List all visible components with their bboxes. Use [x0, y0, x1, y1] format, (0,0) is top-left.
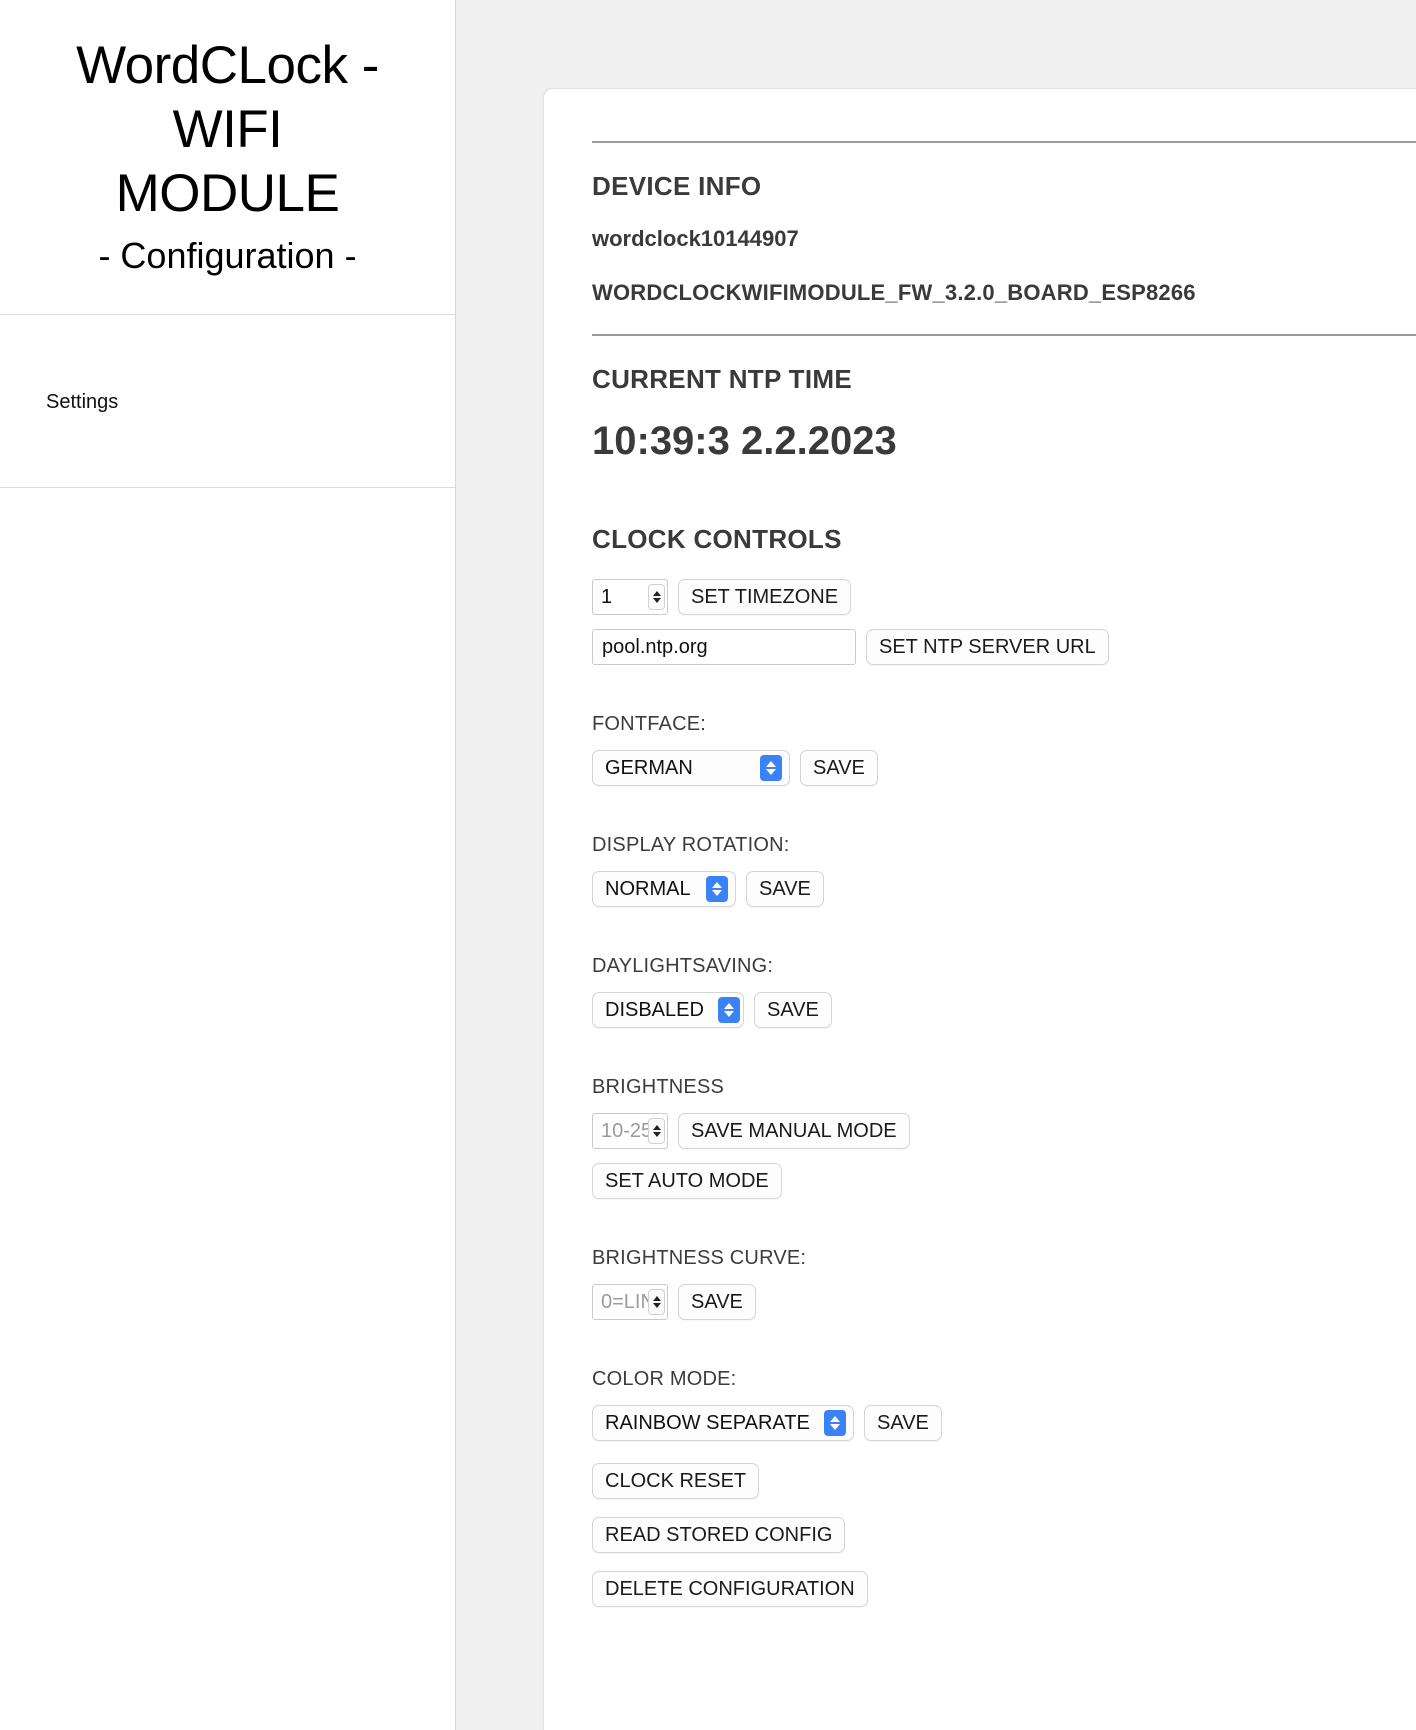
sidebar-item-label: Settings	[46, 391, 119, 413]
ntp-time-value: 10:39:3 2.2.2023	[592, 419, 897, 463]
chevron-updown-icon	[706, 876, 728, 902]
ntp-server-row: pool.ntp.org SET NTP SERVER URL	[592, 629, 1416, 665]
device-firmware: WORDCLOCKWIFIMODULE_FW_3.2.0_BOARD_ESP82…	[592, 280, 1196, 305]
clock-reset-button[interactable]: CLOCK RESET	[592, 1463, 760, 1499]
timezone-stepper[interactable]	[648, 584, 665, 610]
delete-configuration-button[interactable]: DELETE CONFIGURATION	[592, 1571, 868, 1607]
brightness-curve-label: BRIGHTNESS CURVE:	[592, 1247, 807, 1269]
sidebar-nav: Settings	[0, 315, 455, 488]
daylightsaving-value: DISBALED	[605, 998, 704, 1021]
fontface-select[interactable]: GERMAN	[592, 750, 790, 786]
color-mode-row: RAINBOW SEPARATE SAVE	[592, 1405, 1416, 1441]
display-rotation-label: DISPLAY ROTATION:	[592, 834, 790, 856]
chevron-up-icon	[652, 1296, 661, 1301]
fontface-save-button[interactable]: SAVE	[800, 750, 878, 786]
color-mode-save-button[interactable]: SAVE	[864, 1405, 942, 1441]
chevron-updown-icon	[824, 1410, 846, 1436]
fontface-row: GERMAN SAVE	[592, 750, 1416, 786]
chevron-down-icon	[652, 598, 661, 603]
ntp-time-heading: CURRENT NTP TIME	[592, 364, 852, 394]
color-mode-value: RAINBOW SEPARATE	[605, 1411, 810, 1434]
display-rotation-value: NORMAL	[605, 877, 691, 900]
brand-block: WordCLock - WIFI MODULE - Configuration …	[0, 0, 455, 315]
divider-top	[592, 141, 1416, 143]
daylightsaving-row: DISBALED SAVE	[592, 992, 1416, 1028]
chevron-updown-icon	[760, 755, 782, 781]
color-mode-label: COLOR MODE:	[592, 1368, 737, 1390]
brightness-placeholder: 10-255	[601, 1119, 648, 1142]
daylightsaving-select[interactable]: DISBALED	[592, 992, 744, 1028]
set-timezone-button[interactable]: SET TIMEZONE	[678, 579, 852, 615]
daylightsaving-label: DAYLIGHTSAVING:	[592, 955, 774, 977]
read-stored-config-row: READ STORED CONFIG	[592, 1517, 1416, 1553]
main-area: DEVICE INFO wordclock10144907 WORDCLOCKW…	[456, 0, 1416, 1730]
chevron-up-icon	[652, 591, 661, 596]
sidebar: WordCLock - WIFI MODULE - Configuration …	[0, 0, 456, 1730]
color-mode-select[interactable]: RAINBOW SEPARATE	[592, 1405, 854, 1441]
divider-ntp	[592, 334, 1416, 336]
fontface-value: GERMAN	[605, 756, 693, 779]
chevron-updown-icon	[717, 997, 740, 1023]
sidebar-item-settings[interactable]: Settings	[0, 383, 455, 421]
display-rotation-row: NORMAL SAVE	[592, 871, 1416, 907]
read-stored-config-button[interactable]: READ STORED CONFIG	[592, 1517, 846, 1553]
app-root: WordCLock - WIFI MODULE - Configuration …	[0, 0, 1416, 1730]
brightness-curve-save-button[interactable]: SAVE	[678, 1284, 756, 1320]
brightness-input[interactable]: 10-255	[592, 1113, 668, 1149]
brightness-stepper[interactable]	[648, 1118, 665, 1144]
delete-configuration-row: DELETE CONFIGURATION	[592, 1571, 1416, 1607]
set-auto-mode-button[interactable]: SET AUTO MODE	[592, 1163, 782, 1199]
fontface-label: FONTFACE:	[592, 713, 707, 735]
timezone-row: 1 SET TIMEZONE	[592, 579, 1416, 615]
ntp-server-value: pool.ntp.org	[602, 635, 708, 658]
chevron-down-icon	[652, 1303, 661, 1308]
device-hostname: wordclock10144907	[592, 226, 799, 251]
app-title: WordCLock - WIFI MODULE	[76, 36, 379, 223]
brightness-label: BRIGHTNESS	[592, 1076, 725, 1098]
brightness-curve-input[interactable]: 0=LINEAR	[592, 1284, 668, 1320]
brightness-curve-placeholder: 0=LINEAR	[601, 1290, 648, 1313]
chevron-down-icon	[652, 1132, 661, 1137]
config-panel: DEVICE INFO wordclock10144907 WORDCLOCKW…	[543, 88, 1416, 1730]
app-subtitle: - Configuration -	[98, 235, 357, 276]
device-info-heading: DEVICE INFO	[592, 171, 762, 201]
timezone-value: 1	[601, 585, 613, 608]
display-rotation-save-button[interactable]: SAVE	[746, 871, 824, 907]
timezone-input[interactable]: 1	[592, 579, 668, 615]
daylightsaving-save-button[interactable]: SAVE	[754, 992, 832, 1028]
clock-reset-row: CLOCK RESET	[592, 1463, 1416, 1499]
sidebar-filler	[0, 488, 455, 1730]
brightness-curve-stepper[interactable]	[648, 1289, 665, 1315]
display-rotation-select[interactable]: NORMAL	[592, 871, 736, 907]
set-ntp-server-url-button[interactable]: SET NTP SERVER URL	[866, 629, 1109, 665]
brightness-curve-row: 0=LINEAR SAVE	[592, 1284, 1416, 1320]
brightness-row: 10-255 SAVE MANUAL MODE	[592, 1113, 1416, 1149]
ntp-server-input[interactable]: pool.ntp.org	[592, 629, 856, 665]
clock-controls-heading: CLOCK CONTROLS	[592, 524, 842, 554]
save-manual-mode-button[interactable]: SAVE MANUAL MODE	[678, 1113, 910, 1149]
chevron-up-icon	[652, 1125, 661, 1130]
auto-mode-row: SET AUTO MODE	[592, 1163, 1416, 1199]
